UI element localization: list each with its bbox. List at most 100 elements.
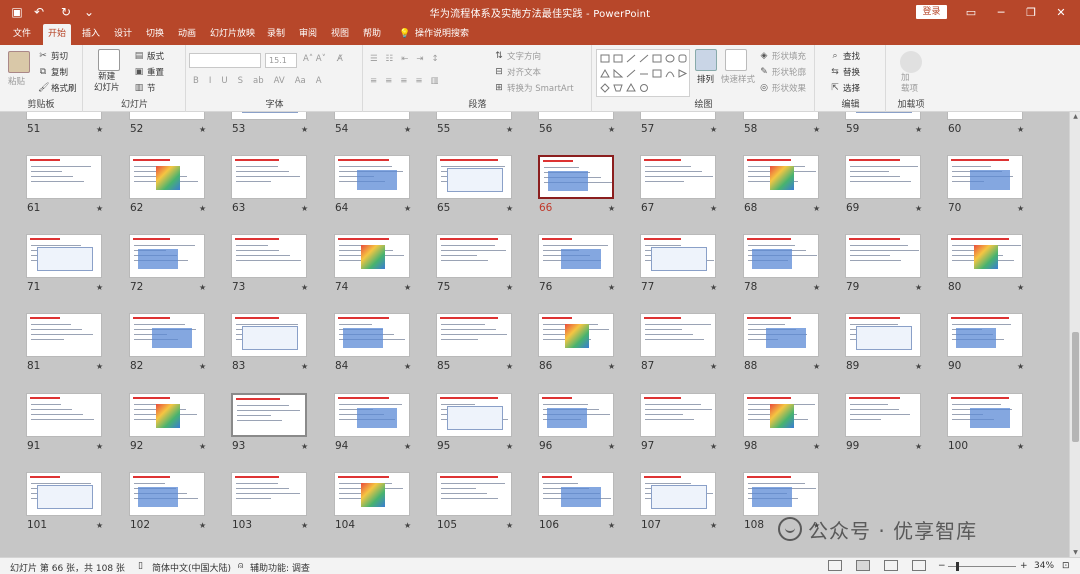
transition-star-icon[interactable]: ★	[301, 283, 308, 292]
align-right-icon[interactable]: ≡	[400, 76, 407, 86]
slide-thumbnail-95[interactable]	[436, 393, 512, 437]
layout-button[interactable]: ▤ 版式	[134, 50, 164, 62]
transition-star-icon[interactable]: ★	[813, 442, 820, 451]
arrange-button[interactable]: 排列	[697, 73, 714, 85]
tab-view[interactable]: 视图	[326, 24, 354, 45]
slide-thumbnail-79[interactable]	[845, 234, 921, 278]
format-painter-button[interactable]: 🖌 格式刷	[38, 82, 77, 94]
slide-sorter-view-button[interactable]	[856, 560, 870, 571]
proofing-icon[interactable]: ▯	[138, 561, 143, 571]
align-left-icon[interactable]: ≡	[370, 76, 377, 86]
ribbon-display-icon[interactable]: ▭	[956, 2, 986, 22]
slide-thumbnail-67[interactable]	[640, 155, 716, 199]
slide-thumbnail-72[interactable]	[129, 234, 205, 278]
italic-icon[interactable]: I	[209, 76, 212, 86]
slide-thumbnail-52[interactable]	[129, 112, 205, 120]
slide-thumbnail-103[interactable]	[231, 472, 307, 516]
font-color-icon[interactable]: A	[316, 76, 322, 86]
slide-thumbnail-68[interactable]	[743, 155, 819, 199]
slide-thumbnail-56[interactable]	[538, 112, 614, 120]
slide-thumbnail-107[interactable]	[640, 472, 716, 516]
transition-star-icon[interactable]: ★	[404, 283, 411, 292]
transition-star-icon[interactable]: ★	[608, 521, 615, 530]
transition-star-icon[interactable]: ★	[1017, 442, 1024, 451]
transition-star-icon[interactable]: ★	[813, 283, 820, 292]
zoom-slider-thumb[interactable]	[956, 562, 959, 571]
slide-thumbnail-89[interactable]	[845, 313, 921, 357]
tab-insert[interactable]: 插入	[77, 24, 105, 45]
transition-star-icon[interactable]: ★	[915, 362, 922, 371]
slide-thumbnail-87[interactable]	[640, 313, 716, 357]
clear-format-icon[interactable]: A̸	[337, 54, 343, 64]
transition-star-icon[interactable]: ★	[506, 362, 513, 371]
transition-star-icon[interactable]: ★	[96, 362, 103, 371]
transition-star-icon[interactable]: ★	[506, 125, 513, 134]
minimize-button[interactable]: ─	[986, 2, 1016, 22]
slide-thumbnail-54[interactable]	[334, 112, 410, 120]
transition-star-icon[interactable]: ★	[710, 362, 717, 371]
justify-icon[interactable]: ≡	[415, 76, 422, 86]
slide-thumbnail-86[interactable]	[538, 313, 614, 357]
strikethrough-icon[interactable]: ab	[253, 76, 264, 86]
slide-thumbnail-63[interactable]	[231, 155, 307, 199]
tab-animations[interactable]: 动画	[173, 24, 201, 45]
slide-thumbnail-71[interactable]	[26, 234, 102, 278]
slide-thumbnail-51[interactable]	[26, 112, 102, 120]
copy-button[interactable]: ⧉ 复制	[38, 66, 68, 78]
slide-thumbnail-97[interactable]	[640, 393, 716, 437]
tab-file[interactable]: 文件	[8, 24, 36, 45]
font-grow-icon[interactable]: A˄ A˅	[303, 54, 326, 64]
slide-thumbnail-90[interactable]	[947, 313, 1023, 357]
transition-star-icon[interactable]: ★	[96, 521, 103, 530]
slide-thumbnail-69[interactable]	[845, 155, 921, 199]
cut-button[interactable]: ✂ 剪切	[38, 50, 68, 62]
slide-thumbnail-102[interactable]	[129, 472, 205, 516]
scroll-up-icon[interactable]: ▲	[1071, 113, 1080, 120]
transition-star-icon[interactable]: ★	[96, 125, 103, 134]
transition-star-icon[interactable]: ★	[915, 442, 922, 451]
spacing-icon[interactable]: AV	[274, 76, 285, 86]
transition-star-icon[interactable]: ★	[404, 204, 411, 213]
text-direction-button[interactable]: ⇅ 文字方向	[494, 50, 541, 62]
shape-fill-button[interactable]: ◈ 形状填充	[759, 50, 806, 62]
transition-star-icon[interactable]: ★	[301, 442, 308, 451]
transition-star-icon[interactable]: ★	[915, 283, 922, 292]
transition-star-icon[interactable]: ★	[301, 125, 308, 134]
slide-thumbnail-99[interactable]	[845, 393, 921, 437]
transition-star-icon[interactable]: ★	[404, 442, 411, 451]
slide-thumbnail-83[interactable]	[231, 313, 307, 357]
slide-thumbnail-81[interactable]	[26, 313, 102, 357]
slide-thumbnail-91[interactable]	[26, 393, 102, 437]
slide-thumbnail-57[interactable]	[640, 112, 716, 120]
transition-star-icon[interactable]: ★	[506, 204, 513, 213]
language-indicator[interactable]: 简体中文(中国大陆)	[152, 561, 231, 574]
transition-star-icon[interactable]: ★	[301, 204, 308, 213]
zoom-out-icon[interactable]: −	[938, 561, 946, 571]
slide-thumbnail-61[interactable]	[26, 155, 102, 199]
transition-star-icon[interactable]: ★	[813, 362, 820, 371]
slide-thumbnail-65[interactable]	[436, 155, 512, 199]
transition-star-icon[interactable]: ★	[813, 125, 820, 134]
underline-icon[interactable]: U	[221, 76, 227, 86]
slide-thumbnail-98[interactable]	[743, 393, 819, 437]
slide-thumbnail-80[interactable]	[947, 234, 1023, 278]
tab-help[interactable]: 帮助	[358, 24, 386, 45]
transition-star-icon[interactable]: ★	[96, 204, 103, 213]
transition-star-icon[interactable]: ★	[301, 521, 308, 530]
shapes-gallery[interactable]	[596, 49, 690, 97]
slide-thumbnail-75[interactable]	[436, 234, 512, 278]
slide-thumbnail-84[interactable]	[334, 313, 410, 357]
transition-star-icon[interactable]: ★	[404, 521, 411, 530]
slide-thumbnail-96[interactable]	[538, 393, 614, 437]
transition-star-icon[interactable]: ★	[1017, 362, 1024, 371]
line-spacing-icon[interactable]: ↕	[432, 54, 439, 64]
slide-thumbnail-100[interactable]	[947, 393, 1023, 437]
slide-thumbnail-104[interactable]	[334, 472, 410, 516]
slide-thumbnail-82[interactable]	[129, 313, 205, 357]
paste-button[interactable]: 粘贴	[8, 75, 25, 87]
bullets-icon[interactable]: ☰	[370, 54, 378, 64]
slideshow-view-button[interactable]	[912, 560, 926, 571]
bold-icon[interactable]: B	[193, 76, 199, 86]
new-slide-button[interactable]: 新建 幻灯片	[94, 72, 120, 94]
slide-thumbnail-55[interactable]	[436, 112, 512, 120]
